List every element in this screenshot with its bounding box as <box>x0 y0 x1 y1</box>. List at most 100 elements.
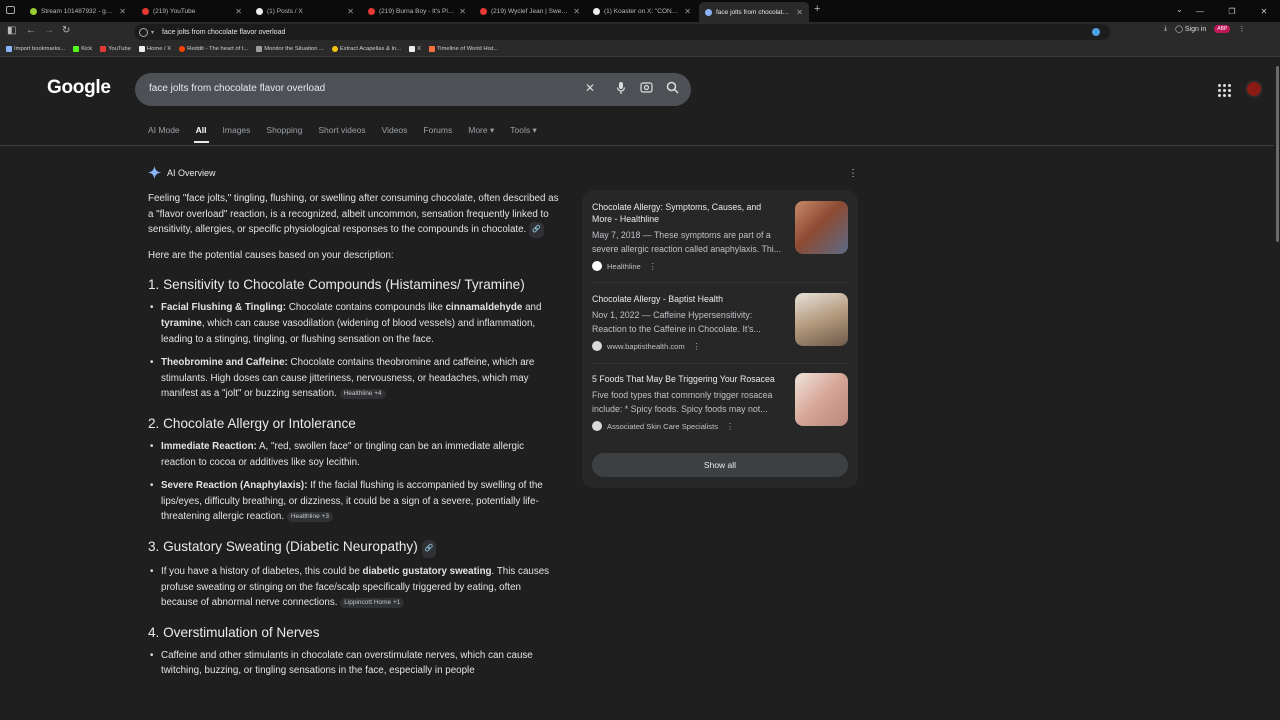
bookmark-item[interactable]: YouTube <box>100 46 131 52</box>
menu-icon[interactable]: ⋮ <box>1238 25 1245 33</box>
search-icon[interactable] <box>665 81 679 97</box>
microphone-icon[interactable] <box>614 81 628 97</box>
sign-in-button[interactable]: ◯ Sign in <box>1175 25 1206 33</box>
scrollbar-thumb[interactable] <box>1276 66 1279 242</box>
import-icon <box>6 46 12 52</box>
youtube-favicon-icon <box>142 8 149 15</box>
bookmark-item[interactable]: Home / X <box>138 46 172 52</box>
bookmark-item[interactable]: Timeline of World Hist... <box>428 46 498 52</box>
list-item: Caffeine and other stimulants in chocola… <box>148 648 560 679</box>
tab-videos[interactable]: Videos <box>382 125 408 136</box>
source-thumbnail[interactable] <box>795 201 848 254</box>
source-title[interactable]: 5 Foods That May Be Triggering Your Rosa… <box>592 373 782 385</box>
avatar[interactable] <box>1245 80 1263 98</box>
youtube-favicon-icon <box>480 8 487 15</box>
tab-search-icon[interactable] <box>6 6 15 14</box>
close-icon[interactable]: ✕ <box>684 7 691 16</box>
minimize-icon[interactable]: — <box>1184 7 1216 16</box>
close-icon[interactable]: ✕ <box>459 7 466 16</box>
search-box[interactable]: face jolts from chocolate flavor overloa… <box>135 73 691 106</box>
google-logo[interactable]: Google <box>47 77 111 99</box>
tab-title: (1) Koaster on X: "CONTENT KING <box>604 8 680 15</box>
section-heading-text: 3. Gustatory Sweating (Diabetic Neuropat… <box>148 538 418 554</box>
source-card[interactable]: 5 Foods That May Be Triggering Your Rosa… <box>592 373 848 431</box>
bookmark-item[interactable]: Import bookmarks... <box>6 46 65 52</box>
tab-more[interactable]: More ▾ <box>468 125 494 136</box>
tab-forums[interactable]: Forums <box>423 125 452 136</box>
tab-shopping[interactable]: Shopping <box>266 125 302 136</box>
bookmark-item[interactable]: Monitor the Situation ... <box>256 46 324 52</box>
close-icon[interactable]: ✕ <box>235 7 242 16</box>
source-thumbnail[interactable] <box>795 373 848 426</box>
translate-icon[interactable] <box>1092 28 1100 36</box>
tab-title: face jolts from chocolate flavor <box>716 8 792 16</box>
site-info-icon[interactable] <box>139 27 148 37</box>
source-card[interactable]: Chocolate Allergy: Symptoms, Causes, and… <box>592 201 848 271</box>
item-label: Theobromine and Caffeine: <box>161 357 288 369</box>
browser-tab[interactable]: (219) Wyclef Jean | Sweetest Girl ✕ <box>474 3 586 20</box>
source-card[interactable]: Chocolate Allergy - Baptist Health Nov 1… <box>592 293 848 351</box>
bookmark-item[interactable]: Reddit - The heart of t... <box>179 46 248 52</box>
close-icon[interactable]: ✕ <box>119 7 126 16</box>
new-tab-button[interactable]: + <box>814 3 820 15</box>
ai-overview-intro: Feeling "face jolts," tingling, flushing… <box>148 191 560 238</box>
extension-badge[interactable]: ABP <box>1214 25 1231 33</box>
download-icon[interactable]: ⤓ <box>1164 25 1167 33</box>
source-title[interactable]: Chocolate Allergy - Baptist Health <box>592 293 782 305</box>
lens-icon[interactable] <box>639 81 653 97</box>
browser-tab[interactable]: (1) Koaster on X: "CONTENT KING ✕ <box>587 3 697 20</box>
chevron-down-icon[interactable]: ⌄ <box>1176 5 1183 14</box>
citation-chip[interactable]: Healthline +3 <box>286 512 333 523</box>
citation-chip[interactable]: Healthline +4 <box>339 389 386 400</box>
item-label: Facial Flushing & Tingling: <box>161 302 287 314</box>
more-options-icon[interactable]: ⋮ <box>726 422 734 431</box>
tab-title: (1) Posts / X <box>267 8 303 15</box>
sparkle-icon <box>148 166 161 179</box>
link-icon[interactable]: 🔗 <box>421 539 437 558</box>
clear-icon[interactable]: ✕ <box>583 81 597 97</box>
back-icon[interactable]: ← <box>26 25 36 36</box>
reload-icon[interactable]: ↻ <box>62 25 70 36</box>
source-thumbnail[interactable] <box>795 293 848 346</box>
bookmark-label: Home / X <box>146 46 172 52</box>
forward-icon[interactable]: → <box>44 25 54 36</box>
url-text[interactable]: face jolts from chocolate flavor overloa… <box>162 29 285 36</box>
tab-tools[interactable]: Tools ▾ <box>510 125 536 136</box>
more-options-icon[interactable]: ⋮ <box>693 342 701 351</box>
bookmark-item[interactable]: Extract Acapellas & In... <box>331 46 401 52</box>
list-item: Severe Reaction (Anaphylaxis): If the fa… <box>148 478 560 525</box>
tab-all[interactable]: All <box>193 125 209 143</box>
maximize-icon[interactable]: ❐ <box>1216 7 1248 16</box>
close-window-icon[interactable]: ✕ <box>1248 7 1280 16</box>
sidebar-toggle-icon[interactable]: ◧ <box>7 25 16 36</box>
citation-chip[interactable]: Lippincott Home +1 <box>340 598 405 609</box>
source-site-name: Associated Skin Care Specialists <box>607 421 719 431</box>
browser-tab[interactable]: (219) Burna Boy - It's Plenty [Official … <box>362 3 472 20</box>
browser-tab-active[interactable]: face jolts from chocolate flavor ✕ <box>699 2 809 22</box>
section-heading: 1. Sensitivity to Chocolate Compounds (H… <box>148 277 525 293</box>
link-icon[interactable]: 🔗 <box>529 222 544 238</box>
address-bar[interactable]: ▾ face jolts from chocolate flavor overl… <box>134 24 1110 40</box>
more-options-icon[interactable]: ⋮ <box>649 262 657 271</box>
chevron-down-icon[interactable]: ▾ <box>151 29 154 36</box>
show-all-button[interactable]: Show all <box>592 453 848 477</box>
x-icon <box>409 46 416 52</box>
youtube-favicon-icon <box>368 8 375 15</box>
tab-images[interactable]: Images <box>223 125 251 136</box>
apps-grid-icon[interactable] <box>1218 84 1231 97</box>
item-label: Immediate Reaction: <box>161 440 257 452</box>
bookmark-item[interactable]: Kick <box>73 46 92 52</box>
search-input[interactable]: face jolts from chocolate flavor overloa… <box>149 83 325 94</box>
more-options-icon[interactable]: ⋮ <box>848 168 858 179</box>
search-tabs: AI Mode All Images Shopping Short videos… <box>148 125 553 143</box>
close-icon[interactable]: ✕ <box>347 7 354 16</box>
close-icon[interactable]: ✕ <box>796 8 803 17</box>
browser-tab[interactable]: Stream 101487932 - garydavid ✕ <box>24 3 132 20</box>
tab-short-videos[interactable]: Short videos <box>318 125 365 136</box>
browser-tab[interactable]: (1) Posts / X ✕ <box>250 3 360 20</box>
bookmark-item[interactable]: X <box>409 46 421 52</box>
close-icon[interactable]: ✕ <box>573 7 580 16</box>
source-title[interactable]: Chocolate Allergy: Symptoms, Causes, and… <box>592 201 782 225</box>
tab-ai-mode[interactable]: AI Mode <box>148 125 180 136</box>
browser-tab[interactable]: (219) YouTube ✕ <box>136 3 248 20</box>
